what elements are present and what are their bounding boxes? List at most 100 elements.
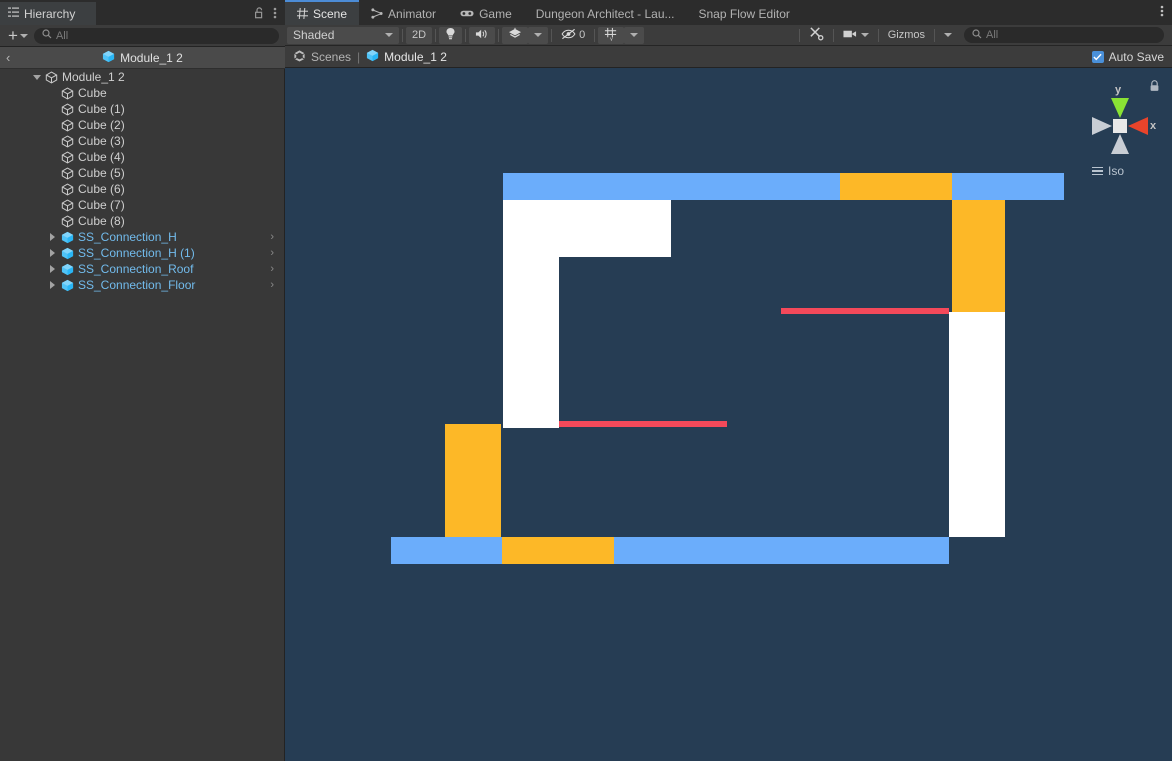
breadcrumb-prefab[interactable]: Module_1 2 [366, 49, 447, 65]
wall-bottom-blue-right[interactable] [614, 537, 949, 564]
search-icon [42, 29, 52, 42]
chevron-right-icon[interactable] [46, 233, 59, 241]
scene-tools-button[interactable] [803, 27, 830, 44]
hierarchy-item-cube-1[interactable]: Cube (1) [30, 101, 282, 117]
tab-dungeon-architect-lau[interactable]: Dungeon Architect - Lau... [524, 0, 687, 25]
chevron-down-icon[interactable] [30, 74, 43, 80]
auto-save-checkbox[interactable] [1091, 50, 1104, 63]
hierarchy-item-ss-connection-h[interactable]: SS_Connection_H › [30, 229, 282, 245]
draw-mode-label: Shaded [293, 28, 335, 42]
prefab-icon [366, 49, 379, 65]
hierarchy-item-ss-connection-floor[interactable]: SS_Connection_Floor › [30, 277, 282, 293]
open-prefab-chevron-icon[interactable]: › [270, 263, 276, 275]
hidden-objects-toggle[interactable]: 0 [555, 27, 591, 44]
hierarchy-item-label: Cube (8) [78, 214, 125, 228]
camera-icon [843, 29, 857, 42]
hierarchy-item-cube-5[interactable]: Cube (5) [30, 165, 282, 181]
gameobject-icon [59, 151, 75, 164]
toolbar-divider [498, 28, 500, 42]
gizmo-center-cube[interactable] [1113, 119, 1127, 133]
scene-search-input[interactable]: All [964, 27, 1164, 43]
chevron-down-icon [19, 33, 28, 38]
wall-inner-white-left[interactable] [503, 257, 559, 428]
scene-audio-toggle[interactable] [469, 26, 496, 44]
chevron-right-icon[interactable] [46, 249, 59, 257]
connection-red-upper[interactable] [781, 308, 949, 314]
gizmo-axis-negy-cone[interactable] [1111, 134, 1129, 154]
scene-breadcrumb: Scenes | Module_1 2 Auto Save [285, 46, 1172, 68]
connection-red-lower[interactable] [559, 421, 727, 427]
wall-top-blue-right[interactable] [952, 173, 1064, 200]
search-icon [972, 28, 982, 42]
door-left-orange[interactable] [445, 424, 501, 537]
scene-fx-dropdown[interactable] [528, 26, 549, 44]
breadcrumb-scenes[interactable]: Scenes [293, 49, 351, 65]
plus-icon: + [8, 25, 18, 45]
kebab-menu-icon[interactable] [273, 6, 277, 20]
tab-snap-flow-editor[interactable]: Snap Flow Editor [687, 0, 802, 25]
hierarchy-item-ss-connection-h-1[interactable]: SS_Connection_H (1) › [30, 245, 282, 261]
hierarchy-tree: Module_1 2 Cube Cube (1) Cube (2) Cube (… [0, 69, 285, 761]
scene-grid-toggle[interactable]: y [598, 26, 625, 44]
gizmo-axis-negx-cone[interactable] [1092, 117, 1112, 135]
hierarchy-item-cube-8[interactable]: Cube (8) [30, 213, 282, 229]
tab-hierarchy[interactable]: Hierarchy [0, 0, 96, 25]
scene-fx-toggle[interactable] [502, 26, 529, 44]
gizmo-projection-toggle[interactable]: Iso [1092, 164, 1124, 178]
chevron-down-icon [385, 33, 393, 37]
wall-right-white[interactable] [949, 312, 1005, 537]
gizmos-button[interactable]: Gizmos [882, 27, 931, 44]
prefab-back-button[interactable]: ‹ [6, 50, 10, 65]
hierarchy-item-cube-2[interactable]: Cube (2) [30, 117, 282, 133]
door-top-orange[interactable] [840, 173, 952, 200]
breadcrumb-scenes-label: Scenes [311, 49, 352, 64]
lock-icon[interactable] [1149, 80, 1160, 95]
scene-viewport[interactable]: y x Iso [285, 68, 1172, 761]
hierarchy-item-cube-4[interactable]: Cube (4) [30, 149, 282, 165]
hierarchy-item-cube[interactable]: Cube [30, 85, 282, 101]
hierarchy-item-cube-7[interactable]: Cube (7) [30, 197, 282, 213]
chevron-right-icon[interactable] [46, 281, 59, 289]
hierarchy-item-module-1-2[interactable]: Module_1 2 [30, 69, 282, 85]
prefab-icon [59, 263, 75, 276]
scene-view-gizmo[interactable]: y x Iso [1080, 76, 1164, 186]
toggle-2d-button[interactable]: 2D [406, 26, 433, 44]
gameobject-icon [59, 167, 75, 180]
speaker-icon [475, 28, 489, 43]
tab-scene[interactable]: Scene [285, 0, 360, 25]
open-prefab-chevron-icon[interactable]: › [270, 279, 276, 291]
scene-grid-icon [297, 8, 308, 19]
scene-tabstrip-kebab-button[interactable] [1152, 0, 1172, 25]
tab-game[interactable]: Game [448, 0, 524, 25]
wall-inner-white-upper[interactable] [503, 199, 671, 257]
chevron-right-icon[interactable] [46, 265, 59, 273]
tab-animator[interactable]: Animator [359, 0, 448, 25]
draw-mode-dropdown[interactable]: Shaded [287, 26, 399, 44]
gizmo-axis-y-cone[interactable] [1111, 98, 1129, 118]
door-right-orange[interactable] [952, 200, 1005, 312]
scene-grid-dropdown[interactable] [624, 26, 645, 44]
toolbar-divider [402, 28, 403, 42]
hierarchy-item-ss-connection-roof[interactable]: SS_Connection_Roof › [30, 261, 282, 277]
wall-bottom-blue-left[interactable] [391, 537, 502, 564]
gizmos-dropdown[interactable] [938, 27, 958, 44]
hierarchy-item-cube-3[interactable]: Cube (3) [30, 133, 282, 149]
scene-camera-button[interactable] [837, 27, 875, 44]
add-gameobject-button[interactable]: + [6, 25, 30, 45]
gizmo-axis-x-cone[interactable] [1128, 117, 1148, 135]
chevron-down-icon [534, 33, 543, 37]
scene-lighting-toggle[interactable] [439, 26, 463, 44]
hierarchy-item-cube-6[interactable]: Cube (6) [30, 181, 282, 197]
gameobject-icon [59, 87, 75, 100]
open-prefab-chevron-icon[interactable]: › [270, 247, 276, 259]
door-bottom-orange[interactable] [502, 537, 614, 564]
lock-open-icon[interactable] [254, 6, 265, 19]
kebab-menu-icon [1160, 4, 1164, 21]
hierarchy-search-input[interactable]: All [33, 27, 279, 44]
wall-top-blue-left[interactable] [503, 173, 840, 200]
hierarchy-item-label: Cube [78, 86, 107, 100]
gameobject-icon [43, 71, 59, 84]
auto-save-toggle[interactable]: Auto Save [1091, 50, 1164, 64]
open-prefab-chevron-icon[interactable]: › [270, 231, 276, 243]
breadcrumb-separator: | [357, 49, 361, 64]
